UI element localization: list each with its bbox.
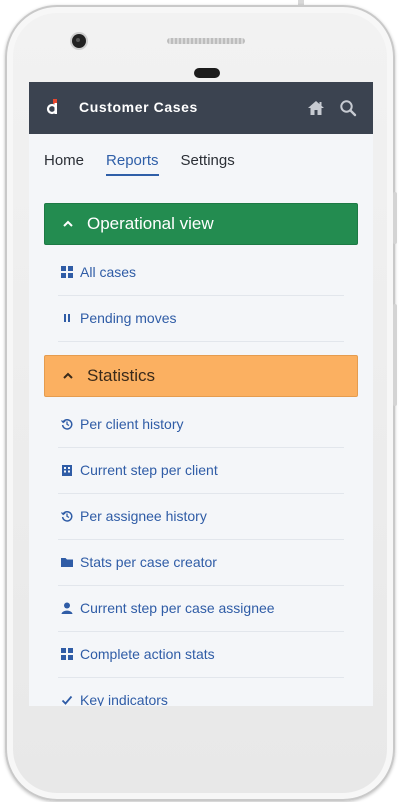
list-item-label: Key indicators bbox=[80, 692, 168, 706]
earpiece-speaker bbox=[167, 38, 245, 44]
statistics-header[interactable]: Statistics bbox=[44, 355, 358, 397]
front-camera bbox=[72, 34, 86, 48]
list-item-label: Per client history bbox=[80, 416, 184, 432]
list-item-label: Current step per case assignee bbox=[80, 600, 275, 616]
list-item-key-indicators[interactable]: Key indicators bbox=[58, 677, 344, 706]
app-bar: Customer Cases bbox=[29, 82, 373, 134]
check-icon bbox=[61, 695, 73, 705]
list-item-label: Per assignee history bbox=[80, 508, 207, 524]
list-item-current-step-per-client[interactable]: Current step per client bbox=[58, 447, 344, 494]
list-item-pending-moves[interactable]: Pending moves bbox=[58, 295, 344, 342]
app-title: Customer Cases bbox=[79, 99, 198, 115]
chevron-up-icon bbox=[63, 372, 73, 379]
section-title: Statistics bbox=[87, 366, 156, 385]
list-item-label: Complete action stats bbox=[80, 646, 215, 662]
list-item-per-assignee-history[interactable]: Per assignee history bbox=[58, 493, 344, 540]
chevron-up-icon bbox=[63, 220, 73, 227]
list-item-complete-action-stats[interactable]: Complete action stats bbox=[58, 631, 344, 678]
list-item-stats-per-case-creator[interactable]: Stats per case creator bbox=[58, 539, 344, 586]
grid-icon bbox=[61, 266, 73, 278]
history-icon bbox=[61, 511, 73, 522]
user-icon bbox=[61, 602, 73, 614]
list-item-label: Stats per case creator bbox=[80, 554, 217, 570]
pause-icon bbox=[64, 314, 70, 322]
proximity-sensor bbox=[194, 68, 220, 78]
app-screen: Customer Cases Home Reports Settings Ope… bbox=[29, 82, 373, 706]
building-icon bbox=[62, 465, 72, 476]
home-icon[interactable] bbox=[307, 99, 325, 117]
history-icon bbox=[61, 419, 73, 430]
folder-icon bbox=[61, 558, 73, 567]
tab-home[interactable]: Home bbox=[44, 152, 84, 176]
section-title: Operational view bbox=[87, 214, 214, 233]
operational-view-header[interactable]: Operational view bbox=[44, 203, 358, 245]
tab-reports[interactable]: Reports bbox=[106, 152, 159, 176]
grid-icon bbox=[61, 648, 73, 660]
list-item-label: All cases bbox=[80, 264, 137, 280]
power-button bbox=[393, 304, 397, 406]
app-logo-icon bbox=[46, 99, 58, 115]
volume-button bbox=[393, 192, 397, 244]
list-item-label: Pending moves bbox=[80, 310, 177, 326]
search-icon[interactable] bbox=[339, 99, 357, 117]
list-item-current-step-per-case-assignee[interactable]: Current step per case assignee bbox=[58, 585, 344, 632]
tab-bar: Home Reports Settings bbox=[44, 152, 257, 176]
list-item-all-cases[interactable]: All cases bbox=[58, 249, 344, 296]
tab-settings[interactable]: Settings bbox=[181, 152, 235, 176]
list-item-per-client-history[interactable]: Per client history bbox=[58, 401, 344, 448]
list-item-label: Current step per client bbox=[80, 462, 218, 478]
